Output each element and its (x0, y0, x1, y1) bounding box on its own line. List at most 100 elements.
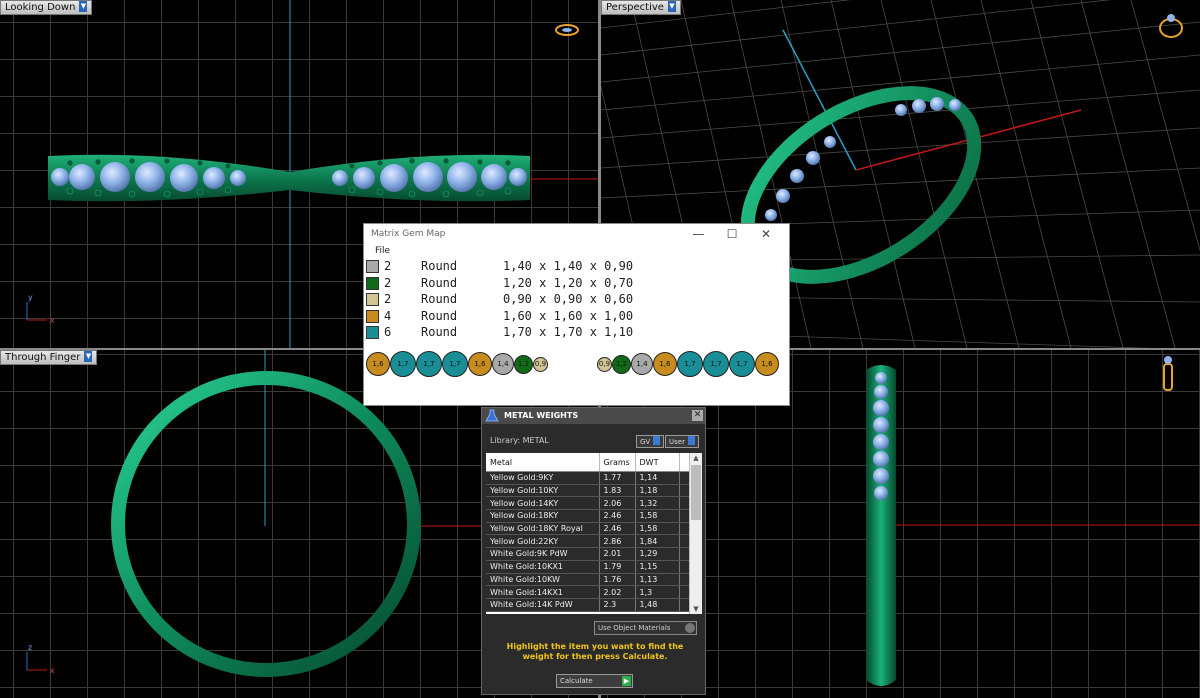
viewport-label-through-finger[interactable]: Through Finger ▼ (0, 350, 98, 365)
metal-name: White Gold:14KX1 (486, 585, 600, 599)
column-header-dwt[interactable]: DWT (635, 453, 680, 472)
row-spacer (679, 573, 690, 587)
axis-label-z: z (28, 643, 32, 652)
gem-map-window[interactable]: Matrix Gem Map — ☐ ✕ File 2 Round 1,40 x 1… (363, 223, 790, 406)
metal-name: White Gold:14K PdW (486, 598, 600, 612)
gem-color-swatch (366, 309, 379, 323)
metal-weights-titlebar[interactable]: METAL WEIGHTS ✕ (482, 408, 705, 424)
row-spacer (679, 471, 690, 485)
viewport-label-perspective[interactable]: Perspective ▼ (601, 0, 681, 15)
metal-table-scrollbar[interactable]: ▲ ▼ (689, 453, 702, 614)
user-button-label: User (669, 438, 685, 446)
metal-dwt: 1,58 (635, 509, 680, 523)
metal-grams: 2.86 (599, 534, 636, 549)
info-icon (653, 436, 661, 445)
row-spacer (679, 534, 690, 549)
gem-dimensions: 1,60 x 1,60 x 1,00 (503, 308, 634, 323)
metal-weights-panel[interactable]: METAL WEIGHTS ✕ Library: METAL GV User M… (481, 407, 706, 695)
metal-dwt: 1,3 (635, 585, 680, 599)
gem-bubble: 1,7 (416, 351, 442, 377)
gem-bubble: 0,9 (533, 356, 548, 372)
table-row[interactable]: Yellow Gold:14KY 2.06 1,32 (486, 496, 690, 511)
gem-shape: Round (421, 308, 458, 323)
table-row[interactable]: Yellow Gold:10KY 1.83 1,18 (486, 484, 690, 498)
gem-dimensions: 0,90 x 0,90 x 0,60 (503, 292, 634, 307)
table-row[interactable]: White Gold:14KX1 2.02 1,3 (486, 585, 690, 599)
gem-color-swatch (366, 260, 379, 273)
metal-grams: 2.06 (599, 496, 636, 511)
gem-bubble: 1,7 (442, 351, 468, 377)
metal-dwt: 1,18 (635, 484, 680, 498)
scroll-down-icon[interactable]: ▼ (690, 604, 702, 614)
gem-shape: Round (421, 292, 458, 307)
gem-dimensions: 1,40 x 1,40 x 0,90 (503, 259, 634, 273)
metal-grams: 1.77 (599, 471, 636, 485)
menu-file[interactable]: File (375, 246, 390, 256)
gem-bubble: 1,6 (468, 352, 492, 376)
gem-count: 2 (384, 275, 392, 290)
gem-color-swatch (366, 276, 379, 290)
axis-label-x: x (50, 316, 55, 325)
gem-row[interactable]: 2 Round 0,90 x 0,90 x 0,60 (364, 291, 789, 308)
metal-dwt: 1,15 (635, 560, 680, 574)
scrollbar-thumb[interactable] (691, 465, 701, 520)
table-row[interactable]: White Gold:10KX1 1.79 1,15 (486, 560, 690, 574)
flask-icon (485, 409, 499, 422)
gem-row[interactable]: 2 Round 1,20 x 1,20 x 0,70 (364, 275, 789, 292)
materials-select-value: Use Object Materials (598, 624, 671, 632)
chevron-down-icon[interactable]: ▼ (667, 1, 676, 12)
chevron-down-icon[interactable]: ▼ (84, 351, 93, 362)
minimize-icon[interactable]: — (683, 224, 713, 244)
gem-bubble: 1,7 (677, 351, 703, 377)
metal-grams: 1.76 (599, 573, 636, 587)
metal-name: Yellow Gold:10KY (486, 484, 600, 498)
metal-grams: 2.01 (599, 547, 636, 561)
gem-bubble: 1,2 (612, 354, 631, 374)
info-icon (687, 436, 695, 445)
table-row[interactable]: White Gold:14K PdW 2.3 1,48 (486, 598, 690, 612)
table-row[interactable]: White Gold:9K PdW 2.01 1,29 (486, 547, 690, 561)
gem-shape: Round (421, 325, 458, 340)
close-icon[interactable]: ✕ (692, 410, 703, 421)
gem-color-swatch (366, 326, 379, 340)
row-spacer (679, 484, 690, 498)
table-row[interactable]: Yellow Gold:18KY 2.46 1,58 (486, 509, 690, 523)
gem-count: 2 (384, 292, 392, 307)
calculate-button[interactable]: Calculate ▶ (556, 674, 633, 688)
gv-button-label: GV (640, 438, 651, 446)
gem-row[interactable]: 2 Round 1,40 x 1,40 x 0,90 (364, 258, 789, 275)
column-header-grams[interactable]: Grams (599, 453, 636, 472)
metal-dwt: 1,14 (635, 471, 680, 485)
gem-map-titlebar[interactable]: Matrix Gem Map — ☐ ✕ (364, 224, 789, 244)
table-row[interactable]: Yellow Gold:9KY 1.77 1,14 (486, 471, 690, 485)
table-row[interactable]: Yellow Gold:22KY 2.86 1,84 (486, 534, 690, 549)
gem-bubble: 1,7 (390, 351, 416, 377)
table-row[interactable]: Yellow Gold:18KY Royal 2.46 1,58 (486, 522, 690, 536)
metal-dwt: 1,32 (635, 496, 680, 511)
row-spacer (679, 509, 690, 523)
metal-dwt: 1,13 (635, 573, 680, 587)
gem-bubble: 1,4 (631, 353, 653, 375)
gem-map-menubar: File (364, 244, 789, 258)
gem-row[interactable]: 6 Round 1,70 x 1,70 x 1,10 (364, 324, 789, 341)
metal-name: Yellow Gold:18KY Royal (486, 522, 600, 536)
chevron-down-icon (685, 623, 695, 633)
viewport-label-looking-down[interactable]: Looking Down ▼ (0, 0, 93, 15)
materials-select[interactable]: Use Object Materials (594, 621, 697, 635)
metal-table[interactable]: Metal Grams DWT Yellow Gold:9KY 1.77 1,14 Y… (486, 453, 702, 614)
gem-row[interactable]: 4 Round 1,60 x 1,60 x 1,00 (364, 308, 789, 325)
chevron-down-icon[interactable]: ▼ (79, 1, 88, 12)
gem-bubble: 1,6 (653, 352, 677, 376)
gv-button[interactable]: GV (636, 435, 665, 448)
metal-grams: 2.3 (599, 598, 636, 612)
metal-name: White Gold:9K PdW (486, 547, 600, 561)
user-button[interactable]: User (665, 435, 699, 448)
viewport-label-text: Looking Down (5, 2, 76, 13)
close-icon[interactable]: ✕ (751, 224, 781, 244)
table-row[interactable]: White Gold:10KW 1.76 1,13 (486, 573, 690, 587)
column-header-metal[interactable]: Metal (486, 453, 600, 472)
library-label: Library: METAL (490, 436, 549, 445)
maximize-icon[interactable]: ☐ (717, 224, 747, 244)
gem-bubble: 1,6 (755, 352, 779, 376)
scroll-up-icon[interactable]: ▲ (690, 453, 702, 463)
